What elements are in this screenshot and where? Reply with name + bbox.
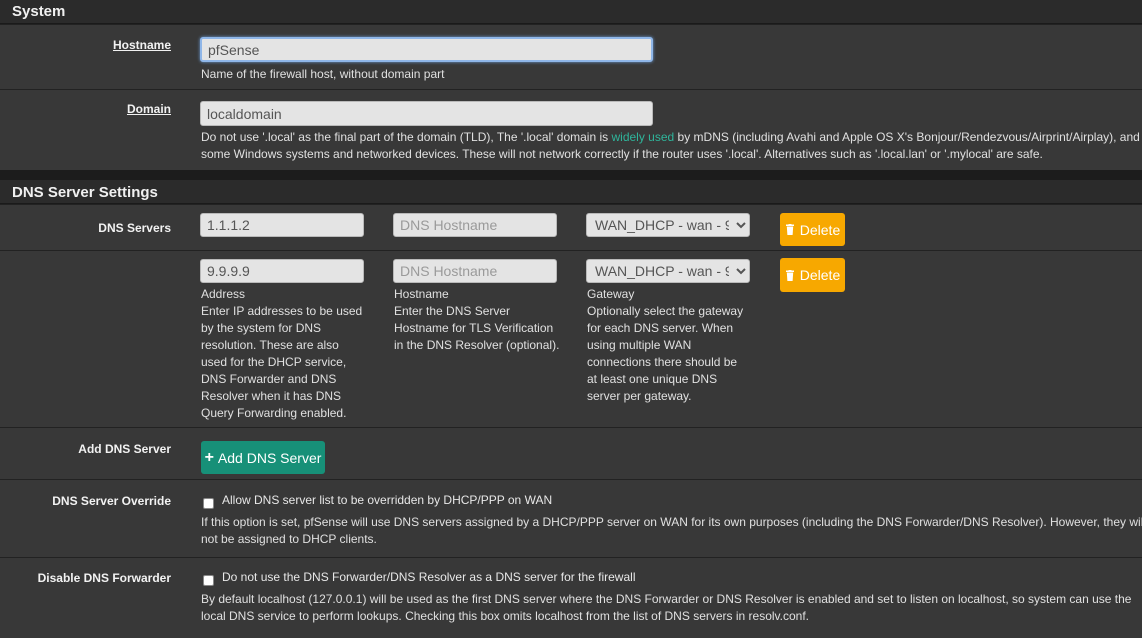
- dns-settings-heading: DNS Server Settings: [0, 180, 1142, 204]
- address-help-line: used for the DHCP service,: [201, 355, 347, 369]
- address-help-line: resolution. These are also: [201, 338, 339, 352]
- address-help-line: Enter IP addresses to be used: [201, 304, 363, 318]
- domain-input[interactable]: [200, 101, 653, 126]
- domain-help: Do not use '.local' as the final part of…: [201, 129, 1140, 163]
- disable-dns-forwarder-row: Disable DNS Forwarder Do not use the DNS…: [0, 557, 1142, 638]
- disable-dns-forwarder-help-line: local DNS service to perform lookups. Ch…: [201, 609, 810, 623]
- domain-help-text: Do not use '.local' as the final part of…: [201, 130, 612, 144]
- domain-row: Domain Do not use '.local' as the final …: [0, 89, 1142, 170]
- domain-help-line2: some Windows systems and networked devic…: [201, 147, 1043, 161]
- hostname-col-help-line: Hostname for TLS Verification: [394, 321, 554, 335]
- add-dns-server-row: Add DNS Server + Add DNS Server: [0, 427, 1142, 479]
- hostname-col-help-line: Enter the DNS Server: [394, 304, 511, 318]
- gateway-help: Gateway Optionally select the gateway fo…: [587, 286, 767, 405]
- hostname-input[interactable]: [200, 37, 653, 62]
- disable-dns-forwarder-checkbox-label[interactable]: Do not use the DNS Forwarder/DNS Resolve…: [222, 570, 635, 584]
- dns-address-input-2[interactable]: [200, 259, 364, 283]
- dns-server-row-2: WAN_DHCP - wan - 9 Delete Address Enter …: [0, 250, 1142, 427]
- gateway-help-title: Gateway: [587, 287, 635, 301]
- system-heading: System: [0, 0, 1142, 24]
- dns-override-checkbox[interactable]: [203, 498, 214, 509]
- disable-dns-forwarder-help: By default localhost (127.0.0.1) will be…: [201, 591, 1131, 625]
- dns-address-input-1[interactable]: [200, 213, 364, 237]
- dns-gateway-select-2[interactable]: WAN_DHCP - wan - 9: [586, 259, 750, 283]
- domain-label: Domain: [126, 102, 171, 116]
- add-dns-server-button-label: Add DNS Server: [217, 449, 322, 466]
- disable-dns-forwarder-checkbox[interactable]: [203, 575, 214, 586]
- address-help-title: Address: [201, 287, 246, 301]
- dns-override-row: DNS Server Override Allow DNS server lis…: [0, 479, 1142, 557]
- gateway-help-line: using multiple WAN: [587, 338, 692, 352]
- disable-dns-forwarder-help-line: By default localhost (127.0.0.1) will be…: [201, 592, 1132, 606]
- widely-used-link[interactable]: widely used: [611, 130, 674, 144]
- dns-override-checkbox-label[interactable]: Allow DNS server list to be overridden b…: [222, 493, 552, 507]
- dns-server-row-1: DNS Servers WAN_DHCP - wan - 9 Delete: [0, 204, 1142, 250]
- hostname-col-help-line: in the DNS Resolver (optional).: [394, 338, 560, 352]
- dns-hostname-input-2[interactable]: [393, 259, 557, 283]
- delete-label-2: Delete: [799, 267, 841, 283]
- dns-hostname-input-1[interactable]: [393, 213, 557, 237]
- dns-servers-label: DNS Servers: [98, 221, 171, 235]
- dns-override-help: If this option is set, pfSense will use …: [201, 514, 1142, 548]
- gateway-help-line: Optionally select the gateway: [587, 304, 744, 318]
- trash-icon: [785, 269, 794, 281]
- add-dns-server-button[interactable]: + Add DNS Server: [201, 441, 325, 474]
- delete-label-1: Delete: [799, 221, 841, 238]
- hostname-col-help-title: Hostname: [394, 287, 449, 301]
- hostname-row: Hostname Name of the firewall host, with…: [0, 24, 1142, 89]
- address-help-line: DNS Forwarder and DNS: [201, 372, 337, 386]
- add-dns-server-label: Add DNS Server: [78, 442, 171, 456]
- gateway-help-line: at least one unique DNS: [587, 372, 718, 386]
- section-gap: [0, 170, 1142, 180]
- hostname-col-help: Hostname Enter the DNS Server Hostname f…: [394, 286, 574, 354]
- address-help-line: Query Forwarding enabled.: [201, 406, 347, 420]
- hostname-help: Name of the firewall host, without domai…: [201, 67, 445, 81]
- dns-gateway-select-1[interactable]: WAN_DHCP - wan - 9: [586, 213, 750, 237]
- domain-help-text-2: by mDNS (including Avahi and Apple OS X'…: [674, 130, 1140, 144]
- address-help-line: by the system for DNS: [201, 321, 322, 335]
- dns-override-help-line: not be assigned to DHCP clients.: [201, 532, 377, 546]
- dns-override-label: DNS Server Override: [52, 494, 171, 508]
- delete-button-1[interactable]: Delete: [780, 213, 845, 246]
- dns-override-help-line: If this option is set, pfSense will use …: [201, 515, 1142, 529]
- gateway-help-line: server per gateway.: [587, 389, 692, 403]
- plus-icon: +: [204, 448, 214, 466]
- gateway-help-line: for each DNS server. When: [587, 321, 734, 335]
- address-help: Address Enter IP addresses to be used by…: [201, 286, 376, 422]
- address-help-line: Resolver when it has DNS: [201, 389, 342, 403]
- disable-dns-forwarder-label: Disable DNS Forwarder: [37, 571, 171, 585]
- delete-button-2[interactable]: Delete: [780, 258, 845, 292]
- gateway-help-line: connections there should be: [587, 355, 738, 369]
- hostname-label: Hostname: [112, 38, 171, 52]
- trash-icon: [785, 224, 794, 235]
